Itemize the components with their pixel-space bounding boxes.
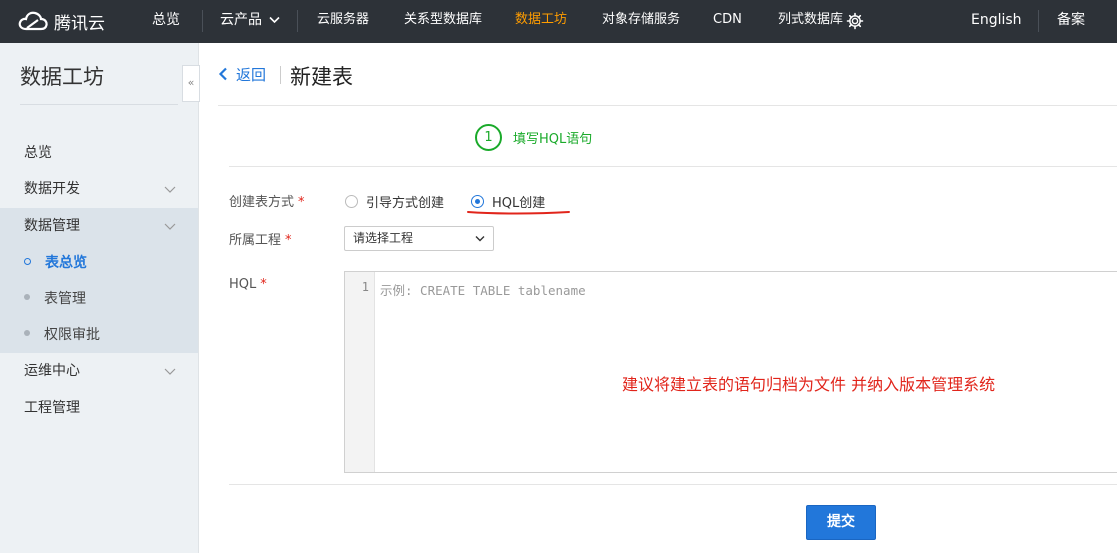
nav-cvm[interactable]: 云服务器 [317, 0, 369, 43]
required-mark: * [298, 195, 305, 210]
sidebar-item-label: 数据开发 [24, 181, 80, 197]
nav-divider [297, 10, 298, 32]
sidebar-item-data-manage[interactable]: 数据管理 [0, 208, 198, 245]
required-mark: * [285, 233, 292, 248]
project-label: 所属工程 * [229, 229, 292, 248]
chevron-down-icon [164, 186, 176, 193]
radio-unchecked-icon [345, 195, 358, 208]
double-chevron-left-icon: « [187, 76, 195, 89]
dot-icon [24, 330, 30, 336]
line-number: 1 [361, 280, 369, 294]
gear-icon[interactable] [846, 12, 864, 30]
active-dot-icon [24, 257, 31, 265]
cloud-logo-icon [18, 11, 48, 31]
nav-cloud-products[interactable]: 云产品 [220, 0, 281, 43]
radio-checked-icon [471, 195, 484, 208]
language-switch[interactable]: English [971, 0, 1022, 43]
hql-label-text: HQL [229, 277, 257, 292]
project-select[interactable]: 请选择工程 [344, 226, 494, 251]
back-label: 返回 [236, 66, 267, 84]
sidebar-item-overview[interactable]: 总览 [0, 135, 198, 172]
logo[interactable]: 腾讯云 [18, 7, 105, 35]
nav-divider [1038, 10, 1039, 32]
nav-divider [202, 10, 203, 32]
red-underline-annotation [467, 211, 570, 215]
nav-data-workshop[interactable]: 数据工坊 [515, 0, 567, 43]
sidebar-title: 数据工坊 [20, 65, 104, 89]
header-divider [280, 66, 281, 84]
back-link[interactable]: 返回 [218, 64, 266, 85]
sidebar-item-data-dev[interactable]: 数据开发 [0, 171, 198, 208]
sidebar-subitem-table-manage[interactable]: 表管理 [0, 281, 198, 317]
nav-object-storage[interactable]: 对象存储服务 [602, 0, 680, 43]
hql-placeholder: 示例: CREATE TABLE tablename [380, 283, 586, 298]
nav-overview[interactable]: 总览 [152, 0, 180, 43]
hql-label: HQL * [229, 277, 267, 292]
dot-icon [24, 294, 30, 300]
sidebar-item-label: 运维中心 [24, 363, 80, 379]
chevron-down-icon [269, 16, 281, 24]
annotation-note: 建议将建立表的语句归档为文件 并纳入版本管理系统 [622, 375, 996, 394]
sidebar-item-label: 数据管理 [24, 218, 80, 234]
chevron-left-icon [218, 67, 227, 81]
step-rule [229, 166, 1117, 167]
editor-gutter: 1 [345, 272, 375, 472]
sidebar-item-project-manage[interactable]: 工程管理 [0, 390, 198, 427]
sidebar-subitem-label: 表总览 [45, 255, 87, 271]
nav-columnar-db[interactable]: 列式数据库 [778, 0, 843, 43]
nav-record[interactable]: 备案 [1057, 0, 1085, 43]
nav-relational-db[interactable]: 关系型数据库 [404, 0, 482, 43]
radio-guided-label: 引导方式创建 [366, 196, 445, 211]
page-title: 新建表 [290, 65, 353, 89]
create-method-label-text: 创建表方式 [229, 195, 295, 210]
logo-text: 腾讯云 [54, 13, 105, 34]
top-navigation-bar: 腾讯云 总览 云产品 云服务器 关系型数据库 数据工坊 对象存储服务 CDN 列… [0, 0, 1117, 43]
create-method-label: 创建表方式 * [229, 191, 305, 210]
chevron-down-icon [475, 236, 485, 242]
radio-guided-create[interactable]: 引导方式创建 [345, 192, 444, 211]
required-mark: * [260, 277, 267, 292]
step-number-badge: 1 [475, 124, 502, 151]
submit-button[interactable]: 提交 [806, 505, 876, 540]
form-bottom-rule [229, 484, 1117, 485]
nav-cdn[interactable]: CDN [713, 0, 742, 43]
nav-cloud-products-label: 云产品 [220, 12, 262, 28]
sidebar-item-ops-center[interactable]: 运维中心 [0, 353, 198, 390]
sidebar-collapse-button[interactable]: « [182, 65, 200, 102]
sidebar-subitem-table-overview[interactable]: 表总览 [0, 245, 198, 281]
project-label-text: 所属工程 [229, 233, 282, 248]
sidebar-subitem-label: 权限审批 [44, 327, 100, 343]
header-rule [218, 105, 1117, 106]
step-label: 填写HQL语句 [513, 132, 593, 147]
sidebar-subitem-label: 表管理 [44, 291, 86, 307]
project-select-value: 请选择工程 [353, 231, 414, 245]
sidebar-divider [20, 104, 178, 105]
sidebar: 数据工坊 « 总览 数据开发 数据管理 表总览 表管理 权限审批 运维中心 工程… [0, 43, 200, 553]
chevron-down-icon [164, 223, 176, 230]
sidebar-subitem-permission[interactable]: 权限审批 [0, 317, 198, 353]
chevron-down-icon [164, 368, 176, 375]
